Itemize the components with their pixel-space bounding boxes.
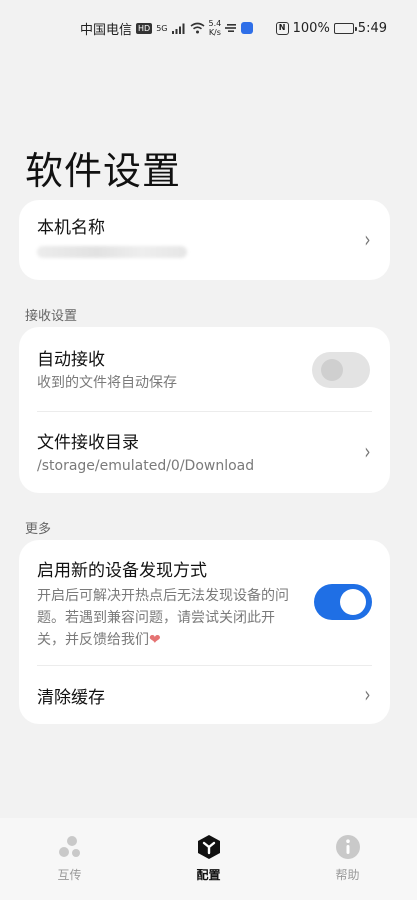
section-label-receive: 接收设置 <box>25 309 78 324</box>
nav-label-config: 配置 <box>196 868 221 882</box>
carrier-name: 中国电信 <box>80 22 133 38</box>
auto-receive-row: 自动接收 收到的文件将自动保存 <box>19 327 390 412</box>
device-name-row[interactable]: 本机名称 › <box>19 200 390 280</box>
nav-label-help: 帮助 <box>335 868 360 882</box>
more-settings-card: 启用新的设备发现方式 开启后可解决开热点后无法发现设备的问题。若遇到兼容问题，请… <box>19 540 390 724</box>
new-discovery-subtitle: 开启后可解决开热点后无法发现设备的问题。若遇到兼容问题，请尝试关闭此开关，并反馈… <box>37 585 299 651</box>
notification-icon <box>225 24 237 32</box>
status-bar: 中国电信 HD 5G 5.4 K/s N 100% 5:49 <box>0 0 417 56</box>
new-discovery-toggle[interactable] <box>314 584 372 620</box>
section-label-more: 更多 <box>25 522 52 537</box>
info-icon <box>335 835 360 859</box>
new-discovery-text: 启用新的设备发现方式 开启后可解决开热点后无法发现设备的问题。若遇到兼容问题，请… <box>37 556 299 651</box>
receive-dir-row[interactable]: 文件接收目录 /storage/emulated/0/Download › <box>19 412 390 493</box>
nav-label-transfer: 互传 <box>57 868 82 882</box>
transfer-icon <box>58 836 80 857</box>
auto-receive-text: 自动接收 收到的文件将自动保存 <box>37 345 177 394</box>
battery-percent: 100% <box>292 20 330 36</box>
device-name-title: 本机名称 <box>37 217 105 238</box>
device-name-value-redacted <box>37 245 187 258</box>
net-speed-unit: K/s <box>208 28 221 37</box>
heart-icon: ❤ <box>149 631 161 648</box>
bottom-nav: 互传 配置 帮助 <box>0 818 417 900</box>
toggle-knob <box>340 589 366 615</box>
net-speed: 5.4 K/s <box>209 19 222 37</box>
battery-icon <box>333 22 357 34</box>
receive-dir-title: 文件接收目录 <box>37 433 139 453</box>
status-right: N 100% 5:49 <box>275 20 387 36</box>
network-type: 5G <box>156 23 168 33</box>
auto-receive-title: 自动接收 <box>37 350 105 370</box>
receive-dir-path: /storage/emulated/0/Download <box>37 458 255 474</box>
receive-settings-card: 自动接收 收到的文件将自动保存 文件接收目录 /storage/emulated… <box>19 327 390 493</box>
clear-cache-title: 清除缓存 <box>37 687 105 708</box>
new-discovery-description: 开启后可解决开热点后无法发现设备的问题。若遇到兼容问题，请尝试关闭此开关，并反馈… <box>37 587 289 648</box>
new-discovery-row: 启用新的设备发现方式 开启后可解决开热点后无法发现设备的问题。若遇到兼容问题，请… <box>19 540 390 666</box>
app-shield-icon <box>241 22 254 34</box>
nfc-icon: N <box>275 21 289 35</box>
nav-item-transfer[interactable]: 互传 <box>25 834 115 883</box>
auto-receive-toggle[interactable] <box>312 351 370 388</box>
clock: 5:49 <box>357 20 387 36</box>
chevron-right-icon: › <box>364 440 371 465</box>
chevron-right-icon: › <box>364 227 371 253</box>
receive-dir-text: 文件接收目录 /storage/emulated/0/Download <box>37 428 254 477</box>
net-speed-value: 5.4 <box>208 19 222 28</box>
device-name-card: 本机名称 › <box>19 200 390 280</box>
nav-item-config[interactable]: 配置 <box>164 834 254 883</box>
hd-badge: HD <box>136 22 153 34</box>
device-name-text: 本机名称 <box>37 218 187 262</box>
signal-icon <box>171 23 184 34</box>
auto-receive-subtitle: 收到的文件将自动保存 <box>37 375 177 391</box>
toggle-knob <box>321 358 343 381</box>
config-icon <box>197 835 220 859</box>
status-left: 中国电信 HD 5G 5.4 K/s <box>80 19 254 38</box>
page-title: 软件设置 <box>25 149 182 193</box>
wifi-icon <box>190 22 204 34</box>
clear-cache-row[interactable]: 清除缓存 › <box>19 666 390 724</box>
chevron-right-icon: › <box>364 682 371 708</box>
new-discovery-title: 启用新的设备发现方式 <box>37 560 207 581</box>
nav-item-help[interactable]: 帮助 <box>303 834 393 883</box>
